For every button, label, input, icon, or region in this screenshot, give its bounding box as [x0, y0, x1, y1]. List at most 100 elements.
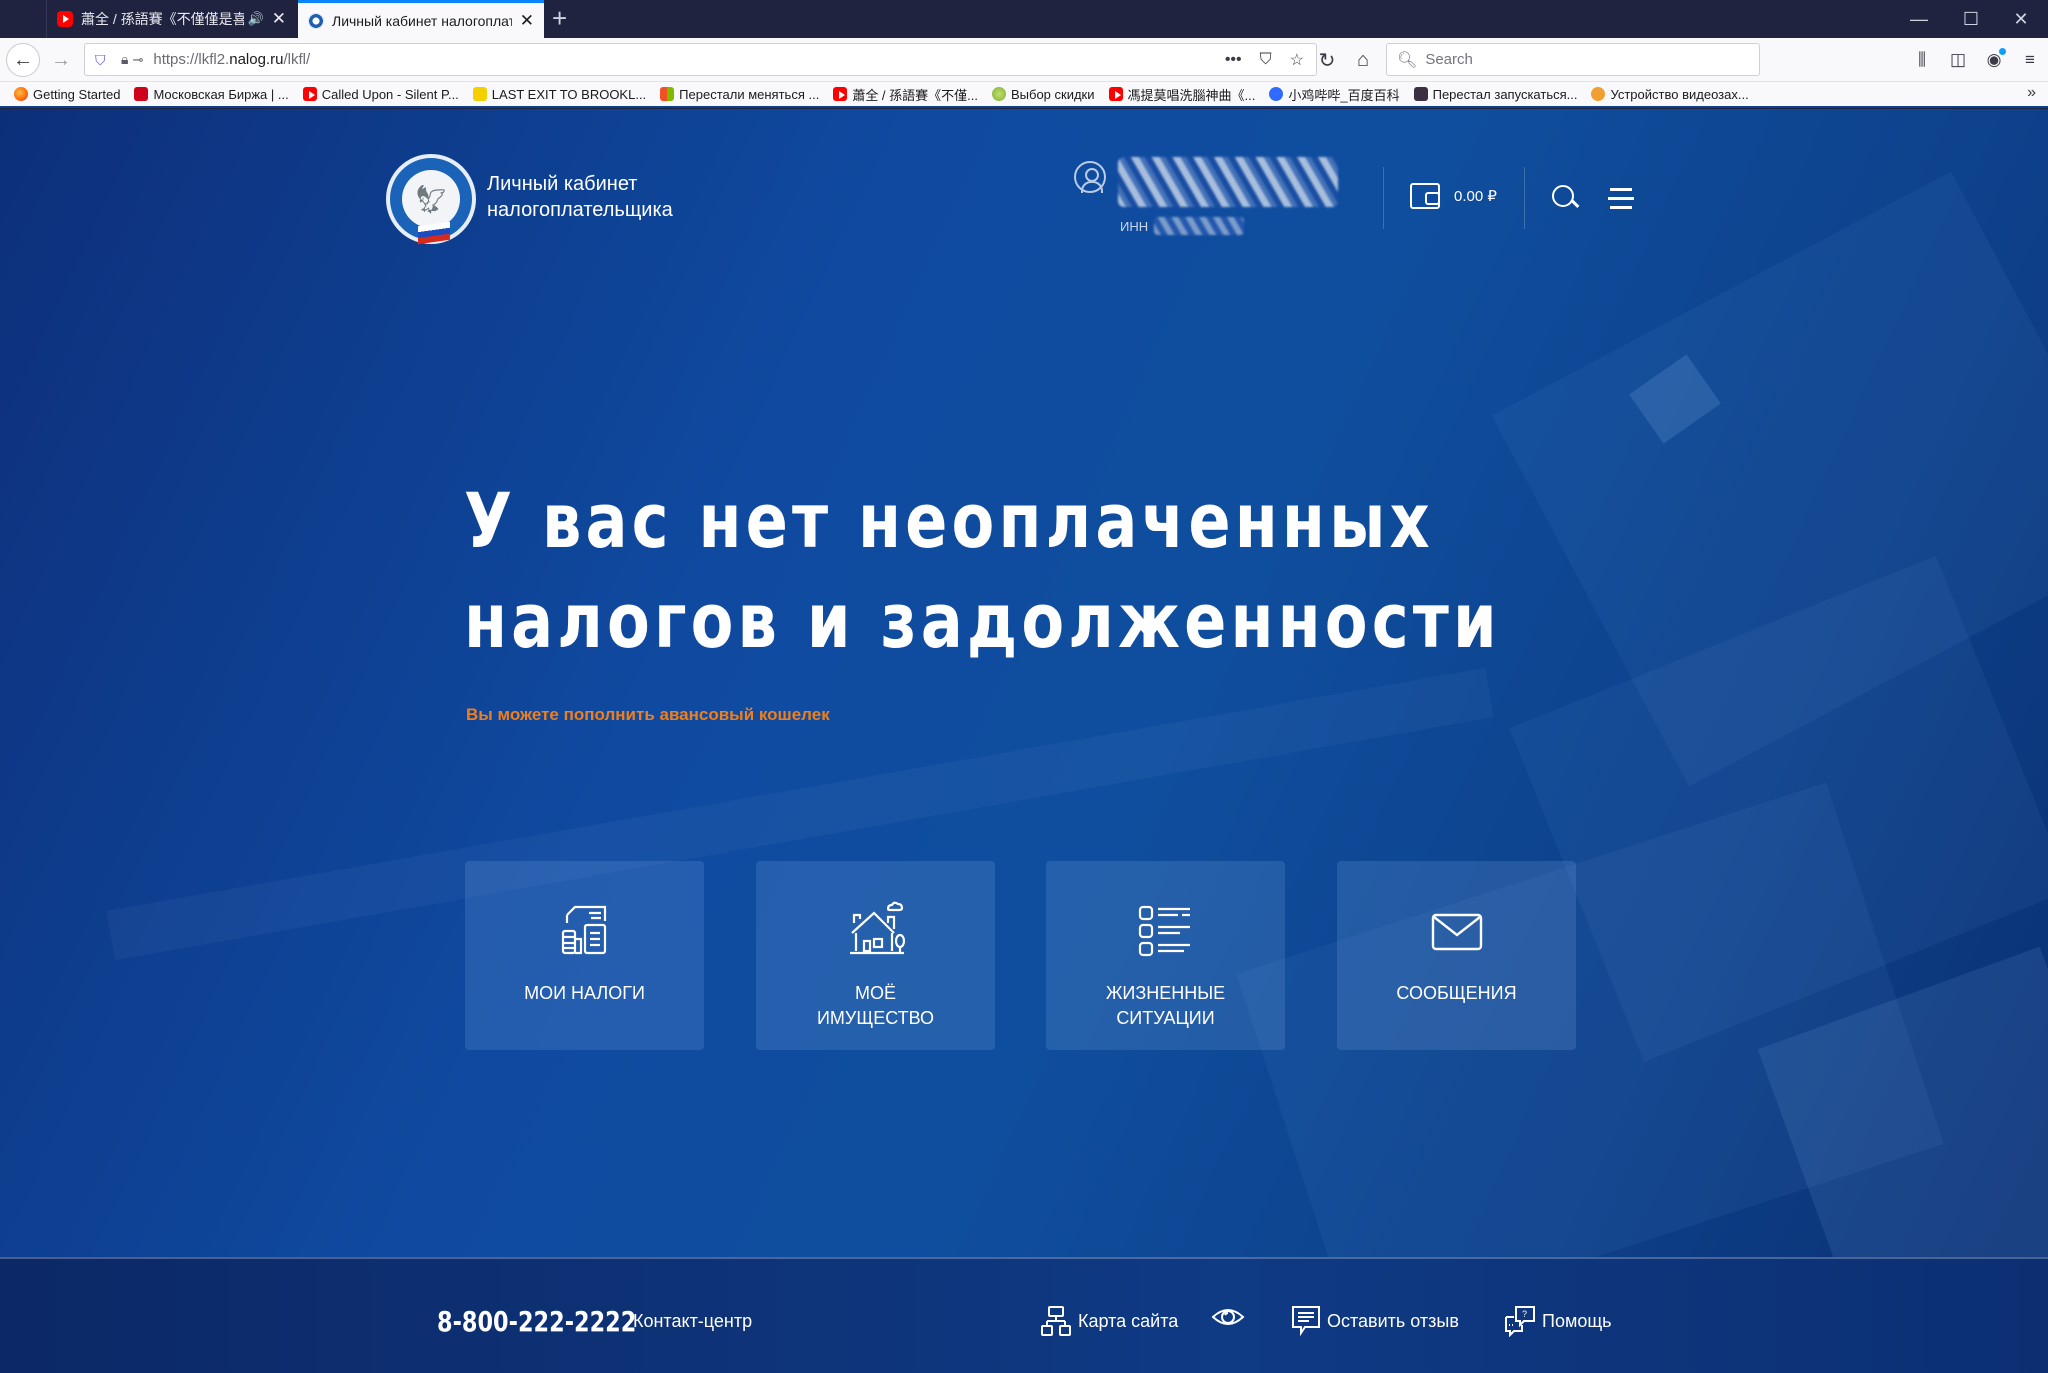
eye-icon	[1211, 1309, 1245, 1325]
baidu-paw-icon	[1269, 87, 1284, 101]
url-path: /lkfl/	[283, 51, 311, 68]
property-house-icon	[849, 901, 905, 955]
bookmark-label: Выбор скидки	[1010, 86, 1095, 102]
forward-button[interactable]: →	[44, 43, 78, 77]
cat-icon	[1591, 87, 1606, 101]
browser-search-input[interactable]: 🔍︎ Search	[1386, 43, 1760, 76]
tab-title: Личный кабинет налогоплательщика	[332, 12, 512, 29]
svg-text:?: ?	[1522, 1309, 1527, 1319]
feedback-label: Оставить отзыв	[1327, 1310, 1459, 1331]
user-name-redacted	[1118, 157, 1338, 207]
fns-logo-icon	[308, 12, 324, 29]
tracking-shield-icon[interactable]: ⛉	[95, 52, 109, 68]
youtube-icon	[1108, 87, 1123, 101]
bookmark-star-icon[interactable]: ☆	[1290, 50, 1304, 70]
bookmark-item[interactable]: Московская Биржа | ...	[134, 86, 289, 102]
wallet-icon	[1410, 183, 1440, 209]
bookmark-item[interactable]: Перестали меняться ...	[660, 87, 819, 102]
lock-icon[interactable]: 🔒︎	[121, 51, 128, 68]
bookmark-item[interactable]: Getting Started	[14, 87, 120, 102]
user-avatar-icon	[1074, 161, 1106, 193]
bookmark-label: Перестали меняться ...	[679, 86, 820, 102]
tile-my-taxes[interactable]: Мои налоги	[465, 861, 704, 1050]
inn-label: ИНН	[1120, 219, 1149, 234]
feedback-comment-icon	[1292, 1306, 1320, 1337]
account-icon[interactable]: ◉	[1976, 48, 2012, 70]
page-title: У вас нет неоплаченных налогов и задолже…	[464, 471, 1501, 671]
microsoft-icon	[660, 87, 675, 101]
contact-center-label: Контакт-центр	[633, 1311, 753, 1331]
bookmark-label: Устройство видеозах...	[1610, 86, 1749, 102]
youtube-icon	[57, 11, 73, 27]
tile-my-property[interactable]: Моё имущество	[756, 861, 995, 1050]
help-chat-icon: ?	[1505, 1306, 1535, 1337]
search-icon[interactable]	[1552, 185, 1578, 211]
tile-label: Жизненные ситуации	[1105, 983, 1226, 1028]
close-window-icon[interactable]: ✕	[1992, 0, 2048, 38]
russian-flag-icon	[418, 221, 450, 245]
bookmark-label: LAST EXIT TO BROOKL...	[491, 86, 647, 102]
app-menu-icon[interactable]: ≡	[2012, 50, 2048, 70]
headline-line2: налогов и задолженности	[464, 576, 1501, 665]
bookmark-label: Московская Биржа | ...	[153, 86, 289, 102]
bookmark-item[interactable]: LAST EXIT TO BROOKL...	[472, 86, 647, 102]
contact-phone[interactable]: 8-800-222-2222	[437, 1305, 636, 1338]
help-label: Помощь	[1542, 1310, 1612, 1331]
key-icon[interactable]: ⊸	[132, 52, 143, 68]
home-button[interactable]: ⌂	[1346, 43, 1380, 77]
bookmark-label: Called Upon - Silent P...	[321, 86, 459, 102]
reload-button[interactable]: ↻	[1310, 43, 1344, 77]
library-icon[interactable]: ⫼	[1904, 50, 1940, 70]
firefox-icon	[14, 87, 28, 101]
url-host: nalog.ru	[229, 51, 284, 68]
tab-title: 蕭全 / 孫語賽《不僅僅是喜歡》	[81, 11, 244, 27]
headline-line1: У вас нет неоплаченных	[464, 476, 1434, 565]
close-tab-icon[interactable]: ✕	[272, 9, 286, 29]
divider	[1383, 167, 1384, 229]
eagle-emblem-icon: 🦅︎	[402, 170, 460, 228]
search-placeholder: Search	[1425, 51, 1473, 68]
site-icon	[1413, 87, 1428, 101]
speaker-icon[interactable]: 🔊	[248, 11, 264, 27]
new-tab-button[interactable]: +	[552, 3, 567, 34]
youtube-icon	[302, 87, 317, 101]
bookmark-label: 蕭全 / 孫語賽《不僅...	[852, 87, 978, 103]
hamburger-menu-icon[interactable]	[1608, 188, 1634, 209]
bookmark-item[interactable]: 蕭全 / 孫語賽《不僅...	[833, 85, 978, 104]
url-bar[interactable]: ⛉ 🔒︎ ⊸ https://lkfl2. nalog.ru/lkfl/ ••• …	[84, 43, 1317, 76]
back-button[interactable]: ←	[6, 43, 40, 77]
page-actions-icon[interactable]: •••	[1225, 51, 1242, 69]
browser-tab-nalog[interactable]: Личный кабинет налогоплательщика ✕	[298, 0, 544, 38]
tile-life-situations[interactable]: Жизненные ситуации	[1046, 861, 1285, 1050]
bookmark-item[interactable]: Устройство видеозах...	[1591, 86, 1749, 102]
bookmark-label: 小鸡哔哔_百度百科	[1288, 87, 1400, 103]
tile-messages[interactable]: Сообщения	[1337, 861, 1576, 1050]
close-tab-icon[interactable]: ✕	[520, 11, 534, 31]
pocket-icon[interactable]: ⛉	[1260, 51, 1272, 69]
feedback-link[interactable]: Оставить отзыв	[1291, 1305, 1459, 1337]
search-icon: 🔍︎	[1397, 51, 1418, 69]
fns-logo[interactable]: 🦅︎	[386, 154, 476, 245]
brand-line2: налогоплательщика	[487, 199, 673, 221]
bookmark-item[interactable]: Called Upon - Silent P...	[302, 86, 459, 102]
site-brand[interactable]: Личный кабинет налогоплательщика	[487, 171, 673, 223]
browser-tab-youtube[interactable]: 蕭全 / 孫語賽《不僅僅是喜歡》 🔊 ✕	[46, 0, 296, 38]
accessibility-eye-button[interactable]	[1211, 1305, 1251, 1329]
bookmark-item[interactable]: 小鸡哔哔_百度百科	[1269, 85, 1400, 104]
divider	[1524, 167, 1525, 229]
checklist-icon	[1138, 905, 1190, 957]
top-up-wallet-link[interactable]: Вы можете пополнить авансовый кошелек	[466, 705, 830, 725]
help-link[interactable]: ? Помощь	[1504, 1305, 1612, 1337]
bookmark-item[interactable]: Перестал запускаться...	[1413, 87, 1577, 102]
browser-nav-bar: ← → ⛉ 🔒︎ ⊸ https://lkfl2. nalog.ru/lkfl/ …	[0, 38, 2048, 82]
wallet-balance[interactable]: 0.00 ₽	[1410, 183, 1497, 209]
minimize-icon[interactable]: —	[1890, 0, 1948, 38]
inn-value-redacted	[1154, 217, 1244, 235]
bookmark-item[interactable]: Выбор скидки	[991, 86, 1095, 102]
sitemap-link[interactable]: Карта сайта	[1040, 1305, 1178, 1337]
more-bookmarks-icon[interactable]: »	[2027, 84, 2036, 102]
wallet-amount: 0.00 ₽	[1454, 188, 1497, 205]
sitemap-label: Карта сайта	[1078, 1310, 1179, 1331]
bookmark-item[interactable]: 馮提莫唱洗腦神曲《...	[1108, 85, 1255, 104]
sidebar-icon[interactable]: ◫	[1940, 50, 1976, 70]
